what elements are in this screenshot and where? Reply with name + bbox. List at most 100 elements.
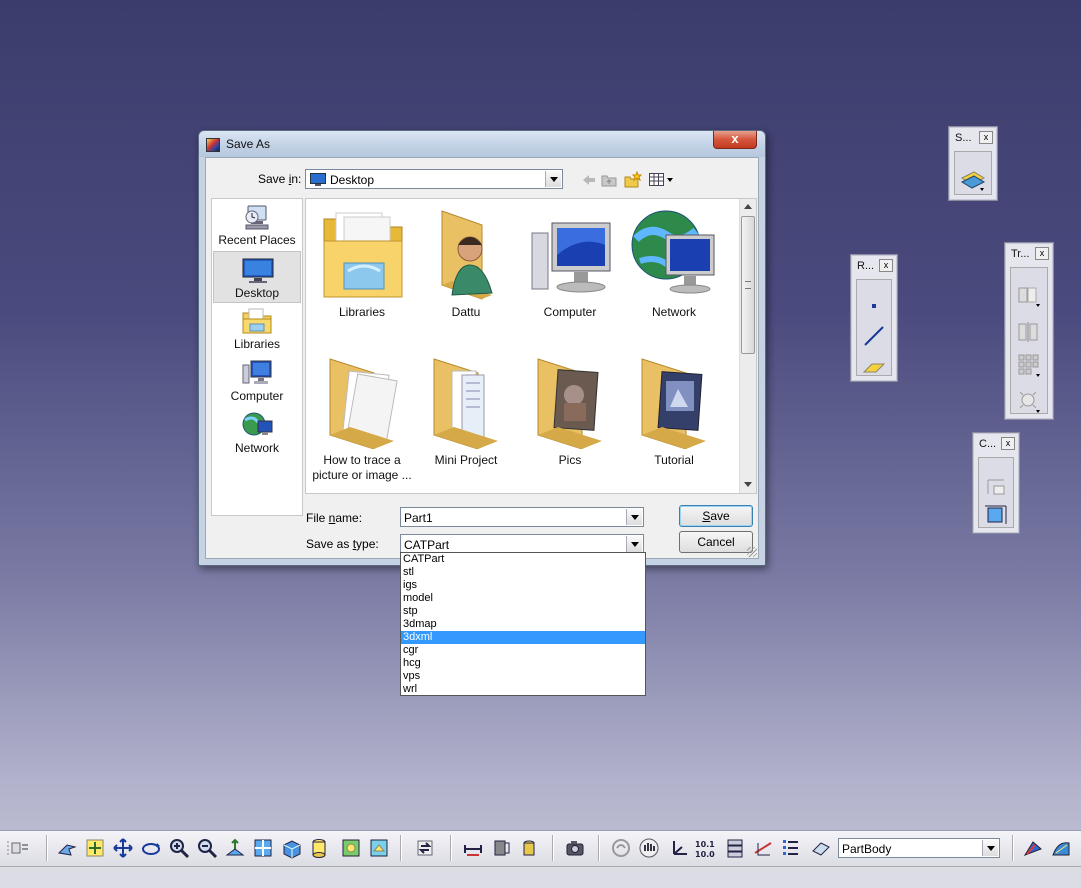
reference-elements-toolbar[interactable]: R... x (850, 254, 898, 382)
save-type-dropdown-list[interactable]: CATPart stl igs model stp 3dmap 3dxml cgr hcg vps… (400, 552, 646, 696)
type-option-catpart[interactable]: CATPart (401, 553, 645, 566)
type-option-vps[interactable]: vps (401, 670, 645, 683)
toolbar-close-button[interactable]: x (1035, 247, 1049, 260)
file-list-scrollbar[interactable] (739, 199, 756, 493)
save-type-dropdown-arrow[interactable] (626, 536, 642, 552)
type-option-stl[interactable]: stl (401, 566, 645, 579)
reset-compass-icon[interactable] (610, 837, 632, 859)
shading-icon[interactable] (308, 837, 330, 859)
place-libraries[interactable]: Libraries (213, 303, 301, 355)
up-folder-icon[interactable] (600, 171, 618, 189)
user-folder-icon (441, 210, 493, 300)
fit-all-in-icon[interactable] (84, 837, 106, 859)
sketch-icon[interactable] (958, 164, 986, 192)
list-item-computer[interactable]: Computer (518, 201, 622, 325)
constraint-defined-icon[interactable] (982, 500, 1010, 528)
view-menu-icon[interactable] (648, 171, 676, 189)
constraint-toolbar[interactable]: C... x (972, 432, 1020, 534)
surface-icon[interactable] (1050, 837, 1072, 859)
normal-view-icon[interactable] (224, 837, 246, 859)
list-item-tutorial[interactable]: Tutorial (622, 349, 726, 489)
toolbar-close-button[interactable]: x (979, 131, 993, 144)
file-name-field[interactable]: Part1 (400, 507, 644, 527)
measure-item-icon[interactable] (490, 837, 512, 859)
save-in-dropdown-arrow[interactable] (545, 171, 561, 187)
sketch-toolbar[interactable]: S... x (948, 126, 998, 201)
list-item-dattu[interactable]: Dattu (414, 201, 518, 325)
place-recent-places[interactable]: Recent Places (213, 199, 301, 251)
scaling-icon[interactable] (1014, 386, 1042, 414)
place-desktop[interactable]: Desktop (213, 251, 301, 303)
file-list-view[interactable]: Libraries Dattu Computer Network How to … (305, 198, 757, 494)
scroll-up-arrow-icon[interactable] (740, 199, 756, 215)
place-computer[interactable]: Computer (213, 355, 301, 407)
capture-camera-icon[interactable] (564, 837, 586, 859)
list-item-mini-project[interactable]: Mini Project (414, 349, 518, 489)
toolbar-close-button[interactable]: x (879, 259, 893, 272)
isometric-view-icon[interactable] (280, 837, 302, 859)
scroll-down-arrow-icon[interactable] (740, 477, 756, 493)
item-name: Libraries (338, 305, 386, 319)
cancel-button[interactable]: Cancel (679, 531, 753, 553)
rotate-icon[interactable] (140, 837, 162, 859)
swap-visible-space-icon[interactable] (368, 837, 390, 859)
fly-mode-icon[interactable] (56, 837, 78, 859)
back-arrow-icon[interactable] (580, 171, 598, 189)
resize-grip[interactable] (747, 547, 757, 557)
list-item-pics[interactable]: Pics (518, 349, 622, 489)
zoom-out-icon[interactable] (196, 837, 218, 859)
list-item-how-to-trace[interactable]: How to trace a picture or image ... (310, 349, 414, 489)
precision-icon[interactable]: 10.110.0 (694, 837, 716, 859)
place-network[interactable]: Network (213, 407, 301, 459)
pan-icon[interactable] (112, 837, 134, 859)
plane-icon[interactable] (860, 352, 888, 380)
dialog-titlebar[interactable]: Save As x (199, 131, 765, 157)
type-option-3dmap[interactable]: 3dmap (401, 618, 645, 631)
list-item-libraries[interactable]: Libraries (310, 201, 414, 325)
new-folder-icon[interactable] (624, 171, 642, 189)
work-object-icon[interactable] (810, 837, 832, 859)
toolbar-close-button[interactable]: x (1001, 437, 1015, 450)
point-icon[interactable] (860, 292, 888, 320)
save-in-combo[interactable]: Desktop (305, 169, 563, 189)
measure-between-icon[interactable] (462, 837, 484, 859)
type-option-model[interactable]: model (401, 592, 645, 605)
mirror-icon[interactable] (1014, 318, 1042, 346)
item-name: Dattu (451, 305, 481, 319)
multi-view-icon[interactable] (252, 837, 274, 859)
body-selector-dropdown-arrow[interactable] (982, 840, 998, 856)
type-option-cgr[interactable]: cgr (401, 644, 645, 657)
save-type-select[interactable]: CATPart (400, 534, 644, 554)
line-icon[interactable] (860, 322, 888, 350)
type-option-igs[interactable]: igs (401, 579, 645, 592)
translation-icon[interactable] (1014, 280, 1042, 308)
save-button[interactable]: Save (679, 505, 753, 527)
pattern-icon[interactable] (1014, 350, 1042, 378)
toolbar-separator (450, 835, 452, 861)
tangent-icon[interactable] (752, 837, 774, 859)
list-icon[interactable] (780, 837, 802, 859)
close-button[interactable]: x (713, 131, 757, 149)
type-option-stp[interactable]: stp (401, 605, 645, 618)
toolbar-handle-icon[interactable] (6, 837, 34, 859)
constraint-icon[interactable] (982, 472, 1010, 500)
apply-material-icon[interactable] (1022, 837, 1044, 859)
file-name-dropdown-arrow[interactable] (626, 509, 642, 525)
type-option-wrl[interactable]: wrl (401, 683, 645, 696)
measure-inertia-icon[interactable] (518, 837, 540, 859)
zoom-in-icon[interactable] (168, 837, 190, 859)
transformation-toolbar[interactable]: Tr... x (1004, 242, 1054, 420)
save-type-label: Save as type: (306, 537, 379, 551)
update-icon[interactable] (414, 837, 436, 859)
type-option-3dxml[interactable]: 3dxml (401, 631, 645, 644)
body-selector[interactable]: PartBody (838, 838, 1000, 858)
type-option-hcg[interactable]: hcg (401, 657, 645, 670)
list-item-network[interactable]: Network (622, 201, 726, 325)
scrollbar-thumb[interactable] (741, 216, 755, 354)
axis-system-icon[interactable] (668, 837, 690, 859)
hide-show-icon[interactable] (340, 837, 362, 859)
stack-layers-icon[interactable] (724, 837, 746, 859)
item-name: How to trace a picture or image ... (312, 453, 412, 482)
item-name: Tutorial (654, 453, 694, 467)
grab-hand-icon[interactable] (638, 837, 660, 859)
